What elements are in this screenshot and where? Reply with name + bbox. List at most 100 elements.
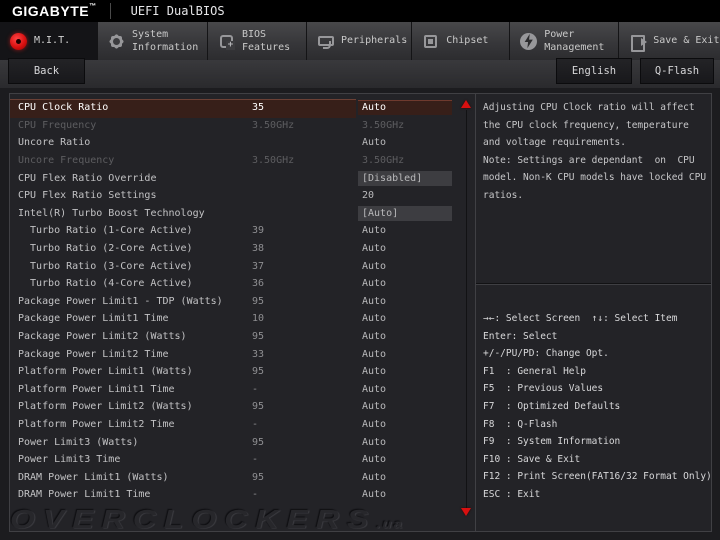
setting-row[interactable]: CPU Flex Ratio Settings 20 — [10, 187, 475, 205]
setting-label: Package Power Limit2 Time — [18, 348, 169, 360]
tab[interactable]: Chipset — [412, 22, 511, 60]
setting-label: CPU Flex Ratio Settings — [18, 190, 157, 202]
setting-option-value: Auto — [362, 418, 387, 430]
setting-row[interactable]: CPU Clock Ratio 35 Auto — [10, 99, 475, 118]
setting-row[interactable]: Power Limit3 (Watts) 95 Auto — [10, 433, 475, 451]
overclockers-watermark: OVERCLOCKERS.ua — [10, 504, 404, 534]
setting-row[interactable]: DRAM Power Limit1 (Watts) 95 Auto — [10, 468, 475, 486]
setting-label: Turbo Ratio (4-Core Active) — [30, 278, 193, 290]
setting-label: Package Power Limit1 - TDP (Watts) — [18, 295, 223, 307]
tab[interactable]: BIOS Features — [208, 22, 307, 60]
logo-divider — [109, 3, 111, 19]
setting-row[interactable]: DRAM Power Limit1 Time - Auto — [10, 486, 475, 504]
scrollbar-track[interactable] — [466, 110, 467, 508]
scroll-down-arrow[interactable] — [461, 508, 471, 516]
setting-row[interactable]: CPU Frequency 3.50GHz 3.50GHz — [10, 117, 475, 135]
setting-row[interactable]: Turbo Ratio (4-Core Active) 36 Auto — [10, 275, 475, 293]
setting-current-value: 39 — [252, 225, 265, 237]
setting-option-value: [Auto] — [358, 205, 452, 221]
setting-row[interactable]: Package Power Limit2 (Watts) 95 Auto — [10, 328, 475, 346]
toolbar: Back English Q-Flash — [0, 58, 720, 88]
setting-label: Power Limit3 (Watts) — [18, 436, 139, 448]
tab[interactable]: Peripherals — [307, 22, 413, 60]
setting-row[interactable]: Platform Power Limit2 Time - Auto — [10, 416, 475, 434]
setting-current-value: - — [252, 418, 259, 430]
setting-row[interactable]: Uncore Frequency 3.50GHz 3.50GHz — [10, 152, 475, 170]
help-line: Adjusting CPU Clock ratio will affect — [483, 102, 695, 113]
tab-label: Power Management — [544, 28, 605, 54]
tab-bar: M.I.T. System Information BIOS Features … — [0, 22, 720, 60]
scroll-up-arrow[interactable] — [461, 100, 471, 108]
tab[interactable]: System Information — [98, 22, 208, 60]
back-button[interactable]: Back — [8, 58, 85, 84]
setting-option-value: Auto — [362, 366, 387, 378]
setting-label: Platform Power Limit1 Time — [18, 383, 175, 395]
setting-option-value: Auto — [362, 454, 387, 466]
hotkey-line: F1 : General Help — [483, 365, 586, 377]
setting-option-value: 20 — [362, 190, 375, 202]
bios-screen: GIGABYTE™ UEFI DualBIOS M.I.T. System In… — [0, 0, 720, 540]
setting-option-value: Auto — [362, 278, 387, 290]
setting-current-value: 95 — [252, 331, 265, 343]
setting-row[interactable]: Turbo Ratio (3-Core Active) 37 Auto — [10, 257, 475, 275]
setting-option-value: Auto — [362, 313, 387, 325]
hotkey-legend: →←: Select Screen ↑↓: Select Item Enter: … — [476, 283, 711, 531]
setting-label: Power Limit3 Time — [18, 454, 121, 466]
tab-label: BIOS Features — [242, 28, 291, 54]
hotkey-line: F8 : Q-Flash — [483, 418, 558, 430]
setting-label: CPU Flex Ratio Override — [18, 172, 157, 184]
setting-option-value: Auto — [362, 401, 387, 413]
setting-label: Package Power Limit2 (Watts) — [18, 331, 187, 343]
tab[interactable]: M.I.T. — [0, 22, 98, 60]
setting-row[interactable]: Platform Power Limit2 (Watts) 95 Auto — [10, 398, 475, 416]
setting-row[interactable]: Power Limit3 Time - Auto — [10, 451, 475, 469]
setting-row[interactable]: Package Power Limit1 Time 10 Auto — [10, 310, 475, 328]
gear-icon — [108, 33, 125, 50]
setting-label: CPU Clock Ratio — [18, 102, 109, 114]
tab[interactable]: Power Management — [510, 22, 620, 60]
setting-row[interactable]: Platform Power Limit1 (Watts) 95 Auto — [10, 363, 475, 381]
setting-row[interactable]: Uncore Ratio Auto — [10, 134, 475, 152]
trademark: ™ — [89, 3, 97, 10]
setting-label: Uncore Frequency — [18, 155, 115, 167]
help-text: Adjusting CPU Clock ratio will affect the… — [476, 94, 711, 283]
setting-current-value: 33 — [252, 348, 265, 360]
language-button[interactable]: English — [556, 58, 632, 84]
setting-option-value: Auto — [362, 489, 387, 501]
hotkey-line: F5 : Previous Values — [483, 383, 604, 395]
help-line: ratios. — [483, 189, 524, 201]
setting-current-value: 37 — [252, 260, 265, 272]
tab[interactable]: Save & Exit — [619, 22, 720, 60]
setting-current-value: 95 — [252, 295, 265, 307]
hotkey-line: F12 : Print Screen(FAT16/32 Format Only) — [483, 471, 711, 483]
setting-row[interactable]: Package Power Limit2 Time 33 Auto — [10, 345, 475, 363]
setting-row[interactable]: Turbo Ratio (1-Core Active) 39 Auto — [10, 222, 475, 240]
setting-option-value: Auto — [362, 471, 387, 483]
setting-current-value: 38 — [252, 243, 265, 255]
setting-label: Turbo Ratio (1-Core Active) — [30, 225, 193, 237]
tab-label: M.I.T. — [34, 35, 71, 47]
setting-label: Intel(R) Turbo Boost Technology — [18, 207, 205, 219]
hotkey-line: ESC : Exit — [483, 488, 541, 500]
setting-option-value: Auto — [362, 436, 387, 448]
bios-icon — [218, 33, 235, 50]
setting-label: Platform Power Limit2 (Watts) — [18, 401, 193, 413]
setting-row[interactable]: Intel(R) Turbo Boost Technology [Auto] — [10, 205, 475, 223]
setting-row[interactable]: Platform Power Limit1 Time - Auto — [10, 381, 475, 399]
setting-current-value: - — [252, 489, 259, 501]
setting-current-value: 95 — [252, 436, 265, 448]
help-panel: Adjusting CPU Clock ratio will affect the… — [475, 94, 711, 531]
qflash-button[interactable]: Q-Flash — [640, 58, 714, 84]
setting-current-value: 95 — [252, 366, 265, 378]
setting-row[interactable]: Package Power Limit1 - TDP (Watts) 95 Au… — [10, 293, 475, 311]
tab-label: Peripherals — [341, 35, 408, 47]
setting-current-value: 3.50GHz — [252, 155, 295, 167]
setting-option-value: Auto — [362, 295, 387, 307]
setting-label: DRAM Power Limit1 (Watts) — [18, 471, 169, 483]
setting-current-value: 3.50GHz — [252, 119, 295, 131]
setting-row[interactable]: Turbo Ratio (2-Core Active) 38 Auto — [10, 240, 475, 258]
tab-label: Save & Exit — [653, 35, 720, 47]
setting-label: Turbo Ratio (2-Core Active) — [30, 243, 193, 255]
setting-current-value: 10 — [252, 313, 265, 325]
setting-row[interactable]: CPU Flex Ratio Override [Disabled] — [10, 169, 475, 187]
